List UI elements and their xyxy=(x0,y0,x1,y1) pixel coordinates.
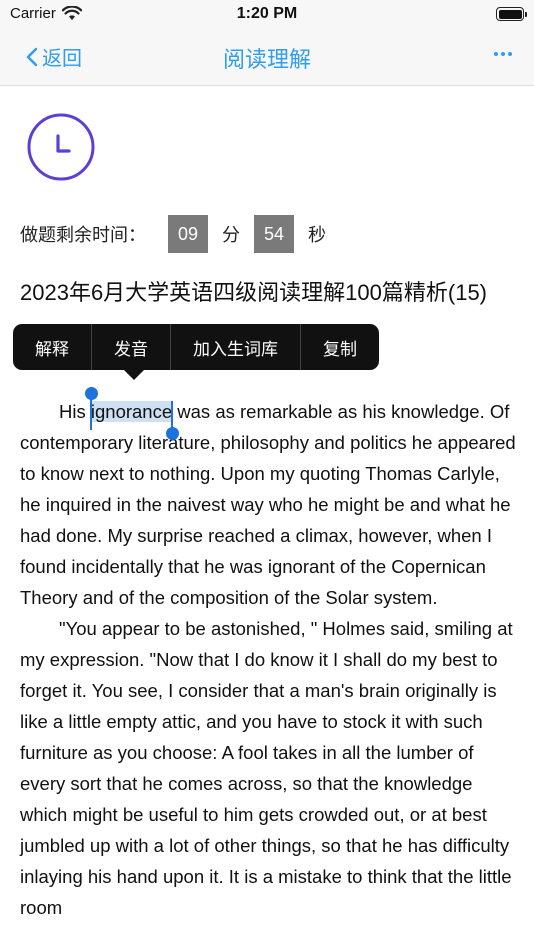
selected-word-text: ignorance xyxy=(90,401,173,422)
navigation-bar: 返回 阅读理解 xyxy=(0,28,534,86)
countdown-timer: 做题剩余时间： 09 分 54 秒 xyxy=(20,215,340,253)
article-title: 2023年6月大学英语四级阅读理解100篇精析(15) xyxy=(20,280,488,305)
page-title: 阅读理解 xyxy=(222,47,311,72)
dot-icon xyxy=(501,52,505,56)
selected-word[interactable]: ignorance xyxy=(84,387,180,440)
more-options-button[interactable] xyxy=(494,52,512,56)
text-before-selection: His xyxy=(59,401,91,422)
text-after-selection: was as remarkable as his knowledge. Of c… xyxy=(20,401,516,608)
dot-icon xyxy=(494,52,498,56)
selection-start-handle[interactable] xyxy=(89,399,92,430)
timer-minutes: 09 xyxy=(168,215,208,253)
article-paragraph[interactable]: His ignorance was as remarkable as his k… xyxy=(20,387,520,613)
timer-label: 做题剩余时间： xyxy=(20,225,146,245)
dot-icon xyxy=(508,52,512,56)
minute-unit: 分 xyxy=(222,225,240,245)
selection-start-knob[interactable] xyxy=(84,387,98,400)
article-paragraph[interactable]: "You appear to be astonished, " Holmes s… xyxy=(20,613,520,923)
menu-item-copy[interactable]: 复制 xyxy=(301,324,379,370)
menu-item-explain[interactable]: 解释 xyxy=(13,324,92,370)
clock-icon xyxy=(27,113,95,181)
article-body[interactable]: His ignorance was as remarkable as his k… xyxy=(20,387,520,923)
timer-seconds: 54 xyxy=(254,215,294,253)
battery-icon xyxy=(496,7,527,21)
text-selection-menu: 解释 发音 加入生词库 复制 xyxy=(13,324,379,370)
second-unit: 秒 xyxy=(308,225,326,245)
status-time: 1:20 PM xyxy=(236,5,298,22)
menu-pointer-arrow xyxy=(122,368,146,380)
menu-item-add-to-vocabulary[interactable]: 加入生词库 xyxy=(171,324,301,370)
menu-item-pronounce[interactable]: 发音 xyxy=(92,324,171,370)
status-bar: Carrier 1:20 PM xyxy=(0,0,534,28)
